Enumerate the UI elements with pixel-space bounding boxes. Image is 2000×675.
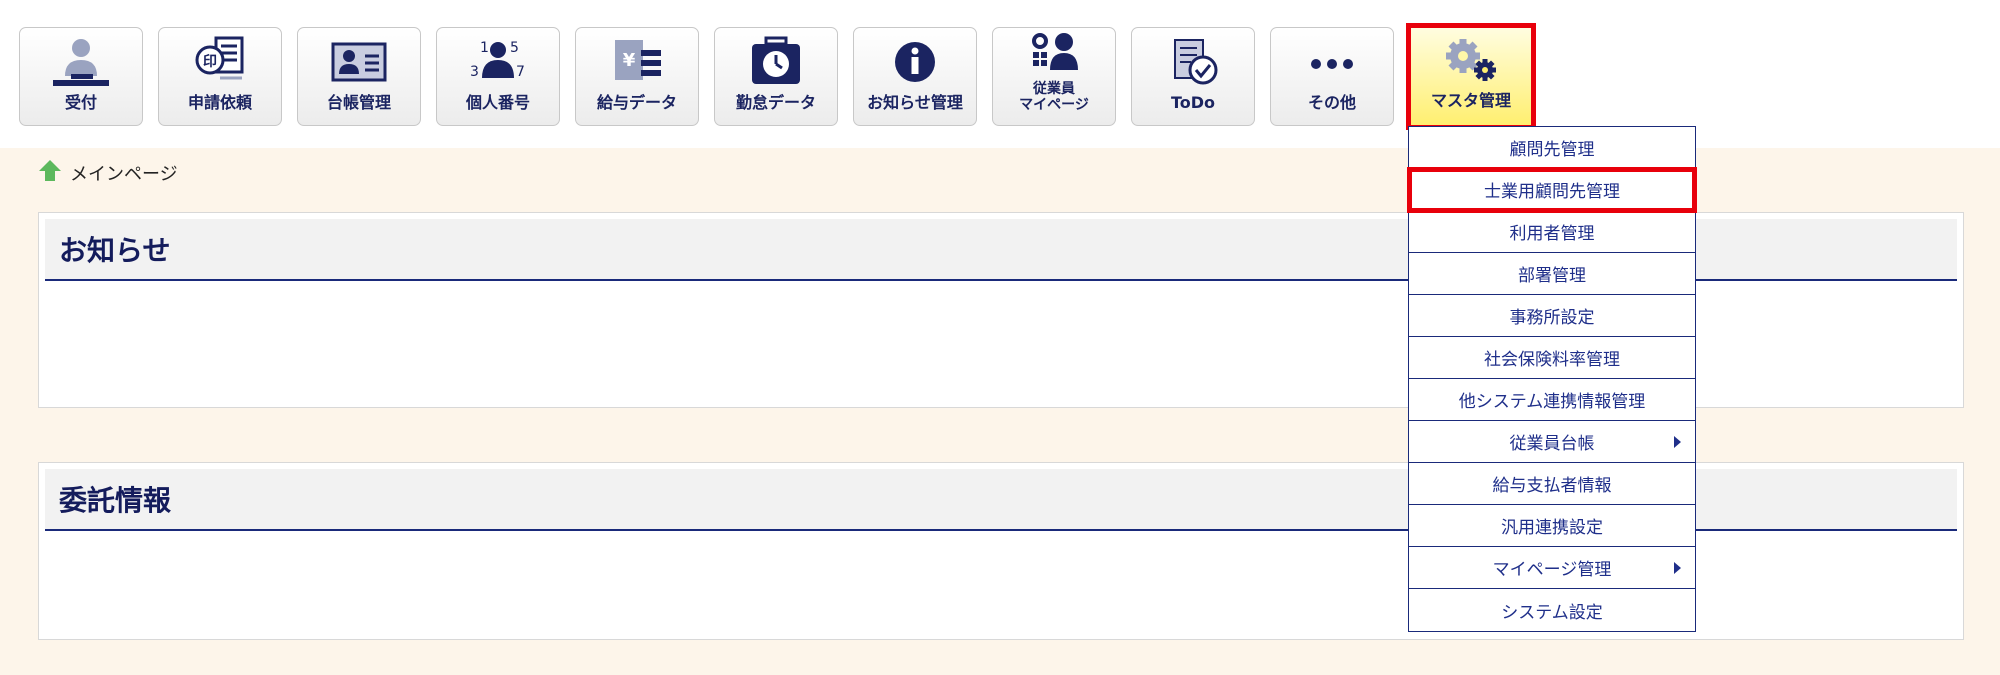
- toolbar-button-reception[interactable]: 受付: [19, 27, 143, 126]
- breadcrumb-main-page[interactable]: メインページ: [70, 160, 178, 186]
- toolbar-label: その他: [1307, 93, 1356, 112]
- menu-item-other-system-integration[interactable]: 他システム連携情報管理: [1409, 379, 1695, 421]
- toolbar-button-employee-mypage[interactable]: 従業員 マイページ: [992, 27, 1116, 126]
- menu-item-department-management[interactable]: 部署管理: [1409, 253, 1695, 295]
- master-management-dropdown: 顧問先管理 士業用顧問先管理 利用者管理 部署管理 事務所設定 社会保険料率管理…: [1407, 126, 1697, 632]
- stamp-document-icon: 印: [185, 35, 255, 91]
- breadcrumb: メインページ: [38, 159, 178, 188]
- menu-item-employee-ledger[interactable]: 従業員台帳: [1409, 421, 1695, 463]
- todo-check-icon: [1158, 35, 1228, 91]
- menu-item-social-insurance-rate[interactable]: 社会保険料率管理: [1409, 337, 1695, 379]
- toolbar-label: 給与データ: [596, 93, 677, 112]
- svg-text:7: 7: [516, 64, 525, 80]
- menu-item-user-management[interactable]: 利用者管理: [1409, 211, 1695, 253]
- toolbar-button-master-management[interactable]: マスタ管理: [1406, 23, 1536, 130]
- menu-item-professional-client-management[interactable]: 士業用顧問先管理: [1407, 167, 1697, 213]
- id-card-icon: [324, 35, 394, 91]
- toolbar-label: 個人番号: [465, 93, 530, 112]
- toolbar-label: 申請依頼: [187, 93, 252, 112]
- toolbar-button-personal-number[interactable]: 1 5 3 7 個人番号: [436, 27, 560, 126]
- menu-item-client-management[interactable]: 顧問先管理: [1409, 127, 1695, 169]
- reception-icon: [46, 35, 116, 91]
- toolbar-button-notice-management[interactable]: お知らせ管理: [853, 27, 977, 126]
- svg-text:1: 1: [480, 40, 489, 56]
- toolbar-button-attendance-data[interactable]: 勤怠データ: [714, 27, 838, 126]
- submenu-arrow-icon: [1674, 562, 1681, 574]
- menu-item-salary-payer-info[interactable]: 給与支払者情報: [1409, 463, 1695, 505]
- person-number-icon: 1 5 3 7: [463, 35, 533, 91]
- toolbar-button-todo[interactable]: ToDo: [1131, 27, 1255, 126]
- submenu-arrow-icon: [1674, 436, 1681, 448]
- toolbar-label: マスタ管理: [1430, 91, 1511, 110]
- home-arrow-icon[interactable]: [38, 159, 62, 188]
- menu-item-system-settings[interactable]: システム設定: [1409, 589, 1695, 631]
- toolbar-label-line2: マイページ: [1019, 97, 1089, 113]
- toolbar-label: 受付: [64, 93, 97, 112]
- toolbar-label: 台帳管理: [326, 93, 391, 112]
- top-toolbar: 受付 印 申請依頼 台帳管理 1 5 3 7 個人番号 ¥ 給与データ 勤怠デー…: [0, 0, 2000, 148]
- toolbar-label-line1: 従業員: [1033, 81, 1075, 97]
- salary-data-icon: ¥: [602, 35, 672, 91]
- info-icon: [880, 35, 950, 91]
- toolbar-label: 勤怠データ: [735, 93, 816, 112]
- svg-text:5: 5: [510, 40, 519, 56]
- menu-item-mypage-management[interactable]: マイページ管理: [1409, 547, 1695, 589]
- toolbar-button-ledger[interactable]: 台帳管理: [297, 27, 421, 126]
- menu-item-general-integration-settings[interactable]: 汎用連携設定: [1409, 505, 1695, 547]
- toolbar-button-other[interactable]: その他: [1270, 27, 1394, 126]
- toolbar-label: ToDo: [1170, 93, 1216, 112]
- gears-icon: [1436, 33, 1506, 89]
- svg-text:3: 3: [470, 64, 479, 80]
- svg-text:¥: ¥: [623, 50, 636, 71]
- toolbar-button-salary-data[interactable]: ¥ 給与データ: [575, 27, 699, 126]
- toolbar-label: お知らせ管理: [867, 93, 963, 112]
- toolbar-button-request[interactable]: 印 申請依頼: [158, 27, 282, 126]
- employee-mypage-icon: [1019, 33, 1089, 81]
- menu-item-office-settings[interactable]: 事務所設定: [1409, 295, 1695, 337]
- attendance-clock-icon: [741, 35, 811, 91]
- more-dots-icon: [1297, 35, 1367, 91]
- svg-text:印: 印: [203, 53, 217, 70]
